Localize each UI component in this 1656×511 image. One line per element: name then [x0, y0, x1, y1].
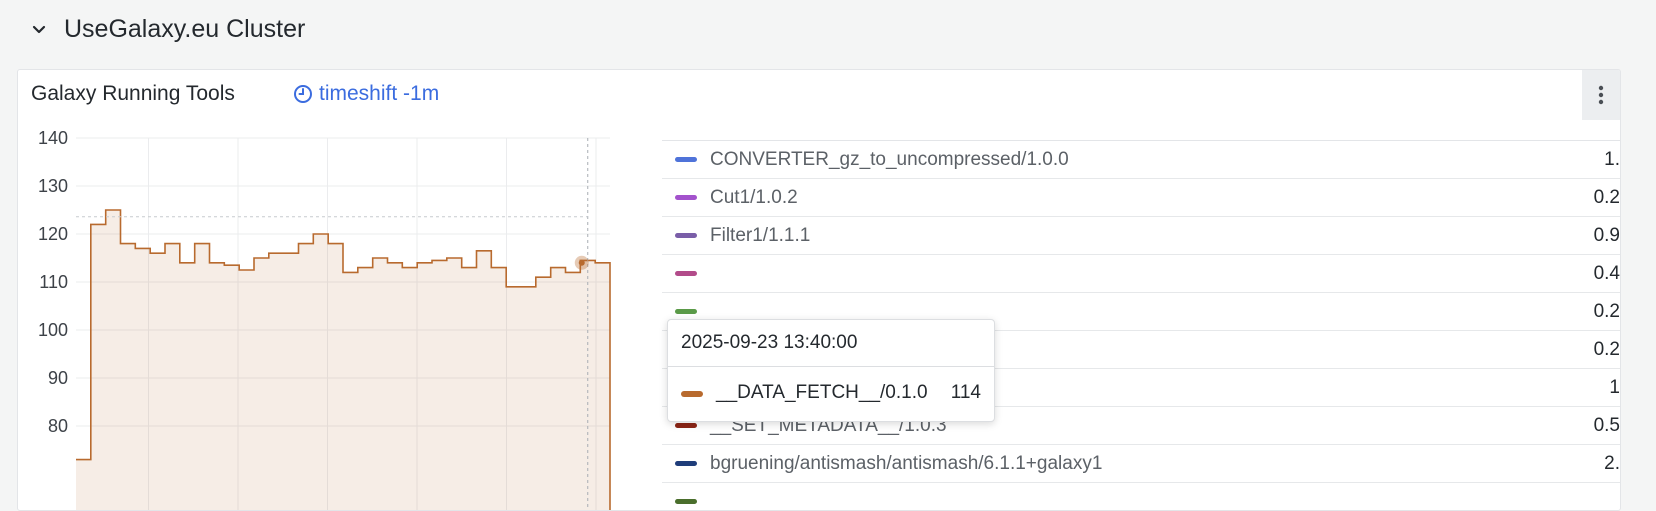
legend-label[interactable]: CONVERTER_gz_to_uncompressed/1.0.0 — [710, 149, 1069, 171]
row-title[interactable]: UseGalaxy.eu Cluster — [64, 15, 305, 44]
timeshift-label: timeshift -1m — [319, 82, 440, 105]
legend-row[interactable]: Filter1/1.1.1 0.9 — [662, 217, 1620, 255]
legend-row[interactable]: Cut1/1.0.2 0.2 — [662, 179, 1620, 217]
tooltip-divider — [668, 366, 994, 367]
legend-value: 0.4 — [1593, 263, 1620, 284]
clock-icon — [294, 85, 312, 103]
panel-galaxy-running-tools: Galaxy Running Tools timeshift -1m 80 90 1… — [17, 69, 1621, 511]
legend-value: 0.9 — [1593, 225, 1620, 246]
legend-label[interactable]: Filter1/1.1.1 — [710, 225, 810, 247]
legend-swatch[interactable] — [675, 461, 697, 466]
legend-swatch[interactable] — [675, 309, 697, 314]
legend-swatch[interactable] — [675, 157, 697, 162]
tooltip-time: 2025-09-23 13:40:00 — [681, 332, 858, 353]
legend-value: 1 — [1609, 377, 1620, 398]
y-tick-label: 90 — [48, 368, 68, 388]
legend-row[interactable]: bgruening/antismash/antismash/6.1.1+gala… — [662, 445, 1620, 483]
y-tick-label: 130 — [38, 176, 68, 196]
legend-label[interactable]: bgruening/antismash/antismash/6.1.1+gala… — [710, 453, 1102, 475]
y-tick-label: 100 — [38, 320, 68, 340]
legend-value: 2. — [1604, 453, 1620, 474]
y-tick-label: 110 — [39, 272, 68, 292]
legend-swatch[interactable] — [675, 233, 697, 238]
legend-value: 1. — [1604, 149, 1620, 170]
y-tick-label: 80 — [48, 416, 68, 436]
legend-label[interactable]: Cut1/1.0.2 — [710, 187, 798, 209]
tooltip-series-swatch — [681, 391, 703, 397]
legend-swatch[interactable] — [675, 195, 697, 200]
timeshift-indicator: timeshift -1m — [293, 82, 439, 106]
time-series-chart[interactable]: 80 90 100 110 120 130 140 — [18, 120, 658, 511]
tooltip-series-value: 114 — [950, 382, 981, 403]
tooltip-series-name: __DATA_FETCH__/0.1.0 — [716, 382, 928, 403]
panel-title[interactable]: Galaxy Running Tools — [31, 82, 235, 106]
legend-swatch[interactable] — [675, 423, 697, 428]
legend-row[interactable]: CONVERTER_gz_to_uncompressed/1.0.0 1. — [662, 141, 1620, 179]
legend-value: 0.2 — [1593, 339, 1620, 360]
legend-row[interactable] — [662, 483, 1620, 510]
chevron-down-icon[interactable] — [29, 20, 49, 40]
row-header: UseGalaxy.eu Cluster — [0, 0, 1656, 62]
legend-value: 0.2 — [1593, 301, 1620, 322]
legend-row[interactable]: 0.4 — [662, 255, 1620, 293]
panel-menu-button[interactable] — [1582, 70, 1620, 120]
legend-swatch[interactable] — [675, 271, 697, 276]
more-vertical-icon — [1598, 85, 1604, 105]
legend-value: 0.5 — [1593, 415, 1620, 436]
legend-value: 0.2 — [1593, 187, 1620, 208]
y-tick-label: 140 — [38, 128, 68, 148]
chart-canvas[interactable]: 80 90 100 110 120 130 140 — [18, 120, 658, 511]
y-tick-label: 120 — [38, 224, 68, 244]
hover-tooltip: 2025-09-23 13:40:00 __DATA_FETCH__/0.1.0… — [667, 319, 995, 422]
hover-point — [578, 259, 585, 266]
legend-swatch[interactable] — [675, 499, 697, 504]
